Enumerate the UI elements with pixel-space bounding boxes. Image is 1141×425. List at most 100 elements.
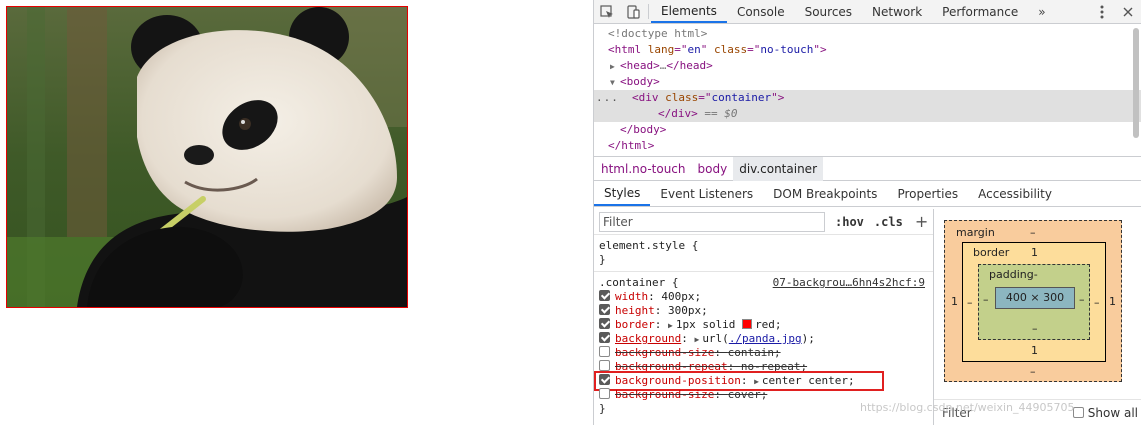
color-swatch[interactable] xyxy=(742,319,753,329)
inspect-element-icon[interactable] xyxy=(594,0,620,23)
dom-node-div-container[interactable]: ... <div class="container"> xyxy=(594,90,1141,106)
element-style-rule: element.style { } xyxy=(594,235,933,272)
tab-properties[interactable]: Properties xyxy=(887,181,968,206)
node-actions-ellipsis[interactable]: ... xyxy=(596,90,619,106)
border-top-value[interactable]: 1 xyxy=(1031,246,1038,259)
tab-network[interactable]: Network xyxy=(862,0,932,23)
property-checkbox[interactable] xyxy=(599,388,610,399)
tab-accessibility[interactable]: Accessibility xyxy=(968,181,1062,206)
tab-styles[interactable]: Styles xyxy=(594,181,651,206)
new-style-rule-button[interactable]: + xyxy=(915,212,928,231)
dom-tree: <!doctype html> <html lang="en" class="n… xyxy=(594,24,1141,157)
styles-filter-input[interactable]: Filter xyxy=(599,211,825,232)
breadcrumb-html[interactable]: html.no-touch xyxy=(595,157,692,181)
container-style-rule: .container { 07-backgrou…6hn4s2hcf:9 wid… xyxy=(594,272,933,420)
tab-sources[interactable]: Sources xyxy=(795,0,862,23)
styles-filter-bar: Filter :hov .cls + xyxy=(594,209,933,235)
dom-node-body-close[interactable]: </body> xyxy=(594,122,1141,138)
sidebar-tabs: Styles Event Listeners DOM Breakpoints P… xyxy=(594,181,1141,207)
container-selector-line: .container { 07-backgrou…6hn4s2hcf:9 xyxy=(599,276,933,290)
property-value[interactable]: contain; xyxy=(728,346,781,359)
expand-shorthand-icon[interactable]: ▶ xyxy=(694,335,699,344)
tab-event-listeners[interactable]: Event Listeners xyxy=(650,181,763,206)
dom-node-div-close[interactable]: </div> == $0 xyxy=(594,106,1141,122)
property-checkbox[interactable] xyxy=(599,318,610,329)
tab-dom-breakpoints[interactable]: DOM Breakpoints xyxy=(763,181,887,206)
div-close-tag: </div> xyxy=(658,107,698,120)
margin-top-value[interactable]: – xyxy=(1030,226,1036,239)
border-right-value[interactable]: – xyxy=(1094,296,1100,309)
margin-left-value[interactable]: 1 xyxy=(951,295,958,308)
property-value[interactable]: 1px solid xyxy=(676,318,736,331)
class-toggle-button[interactable]: .cls xyxy=(874,215,903,229)
margin-bottom-value[interactable]: – xyxy=(1030,365,1036,378)
dom-doctype[interactable]: <!doctype html> xyxy=(594,26,1141,42)
padding-bottom-value[interactable]: – xyxy=(1032,322,1038,335)
more-tabs-button[interactable]: » xyxy=(1030,0,1053,23)
head-tag: head xyxy=(626,59,654,72)
panda-illustration xyxy=(7,7,407,307)
property-name[interactable]: border xyxy=(615,318,655,331)
html-attr-lang-value: en xyxy=(687,43,701,56)
style-source-link[interactable]: 07-backgrou…6hn4s2hcf:9 xyxy=(773,276,925,290)
show-all-toggle[interactable]: Show all xyxy=(1072,406,1138,420)
margin-right-value[interactable]: 1 xyxy=(1109,295,1116,308)
border-bottom-value[interactable]: 1 xyxy=(1031,344,1038,357)
expand-shorthand-icon[interactable]: ▶ xyxy=(668,321,673,330)
box-model-pane: margin – – 1 1 border 1 1 – – padding- –… xyxy=(934,209,1141,425)
property-name[interactable]: background xyxy=(615,332,681,345)
style-prop-background-position: background-position: ▶ center center; xyxy=(594,371,933,391)
tab-console[interactable]: Console xyxy=(727,0,795,23)
border-left-value[interactable]: – xyxy=(967,296,973,309)
html-attr-class-value: no-touch xyxy=(760,43,814,56)
padding-right-value[interactable]: – xyxy=(1079,293,1085,306)
property-name[interactable]: height xyxy=(615,304,655,317)
margin-label: margin xyxy=(956,226,995,239)
kebab-menu-icon[interactable] xyxy=(1089,5,1115,19)
box-model-content[interactable]: 400 × 300 xyxy=(995,287,1075,309)
property-value[interactable]: cover; xyxy=(728,388,768,401)
background-url-link[interactable]: ./panda.jpg xyxy=(729,332,802,345)
padding-left-value[interactable]: – xyxy=(983,293,989,306)
property-checkbox[interactable] xyxy=(599,360,610,371)
tab-performance[interactable]: Performance xyxy=(932,0,1028,23)
div-tag: div xyxy=(638,91,659,104)
property-value[interactable]: url( xyxy=(702,332,729,345)
border-label: border xyxy=(973,246,1010,259)
dom-node-html-close[interactable]: </html> xyxy=(594,138,1141,154)
box-model-margin[interactable]: margin – – 1 1 border 1 1 – – padding- –… xyxy=(944,220,1122,382)
property-checkbox[interactable] xyxy=(599,374,610,385)
property-value[interactable]: 400px; xyxy=(661,290,701,303)
container-selector[interactable]: .container { xyxy=(599,276,678,289)
dom-node-head[interactable]: ▶ <head>…</head> xyxy=(594,58,1141,74)
property-value[interactable]: 300px; xyxy=(668,304,708,317)
style-prop-height: height: 300px; xyxy=(599,304,933,318)
property-checkbox[interactable] xyxy=(599,304,610,315)
toolbar-divider xyxy=(648,4,649,19)
property-name[interactable]: background-size xyxy=(615,346,714,359)
dom-scrollbar[interactable] xyxy=(1133,28,1139,138)
breadcrumb-body[interactable]: body xyxy=(692,157,734,181)
breadcrumb-div-container[interactable]: div.container xyxy=(733,156,823,181)
property-name[interactable]: width xyxy=(615,290,648,303)
property-value-color[interactable]: red; xyxy=(755,318,782,331)
collapse-triangle-icon[interactable]: ▼ xyxy=(610,75,620,91)
device-toolbar-icon[interactable] xyxy=(620,0,646,23)
hover-state-button[interactable]: :hov xyxy=(835,215,864,229)
box-model-border[interactable]: border 1 1 – – padding- – – – 400 × 300 xyxy=(962,242,1106,362)
property-checkbox[interactable] xyxy=(599,346,610,357)
html-close-tag: </html> xyxy=(608,139,655,152)
box-model-padding[interactable]: padding- – – – 400 × 300 xyxy=(978,264,1090,340)
dom-node-html[interactable]: <html lang="en" class="no-touch"> xyxy=(594,42,1141,58)
property-checkbox[interactable] xyxy=(599,290,610,301)
tab-elements[interactable]: Elements xyxy=(651,0,727,23)
html-attr-lang: lang xyxy=(647,43,675,56)
property-name[interactable]: background-size xyxy=(615,388,714,401)
element-style-selector[interactable]: element.style { xyxy=(599,239,933,253)
close-icon[interactable] xyxy=(1115,7,1141,17)
dom-node-body[interactable]: ▼ <body> xyxy=(594,74,1141,90)
padding-label: padding- xyxy=(989,268,1038,281)
expand-triangle-icon[interactable]: ▶ xyxy=(610,59,620,75)
panda-image xyxy=(6,6,408,308)
property-checkbox[interactable] xyxy=(599,332,610,343)
